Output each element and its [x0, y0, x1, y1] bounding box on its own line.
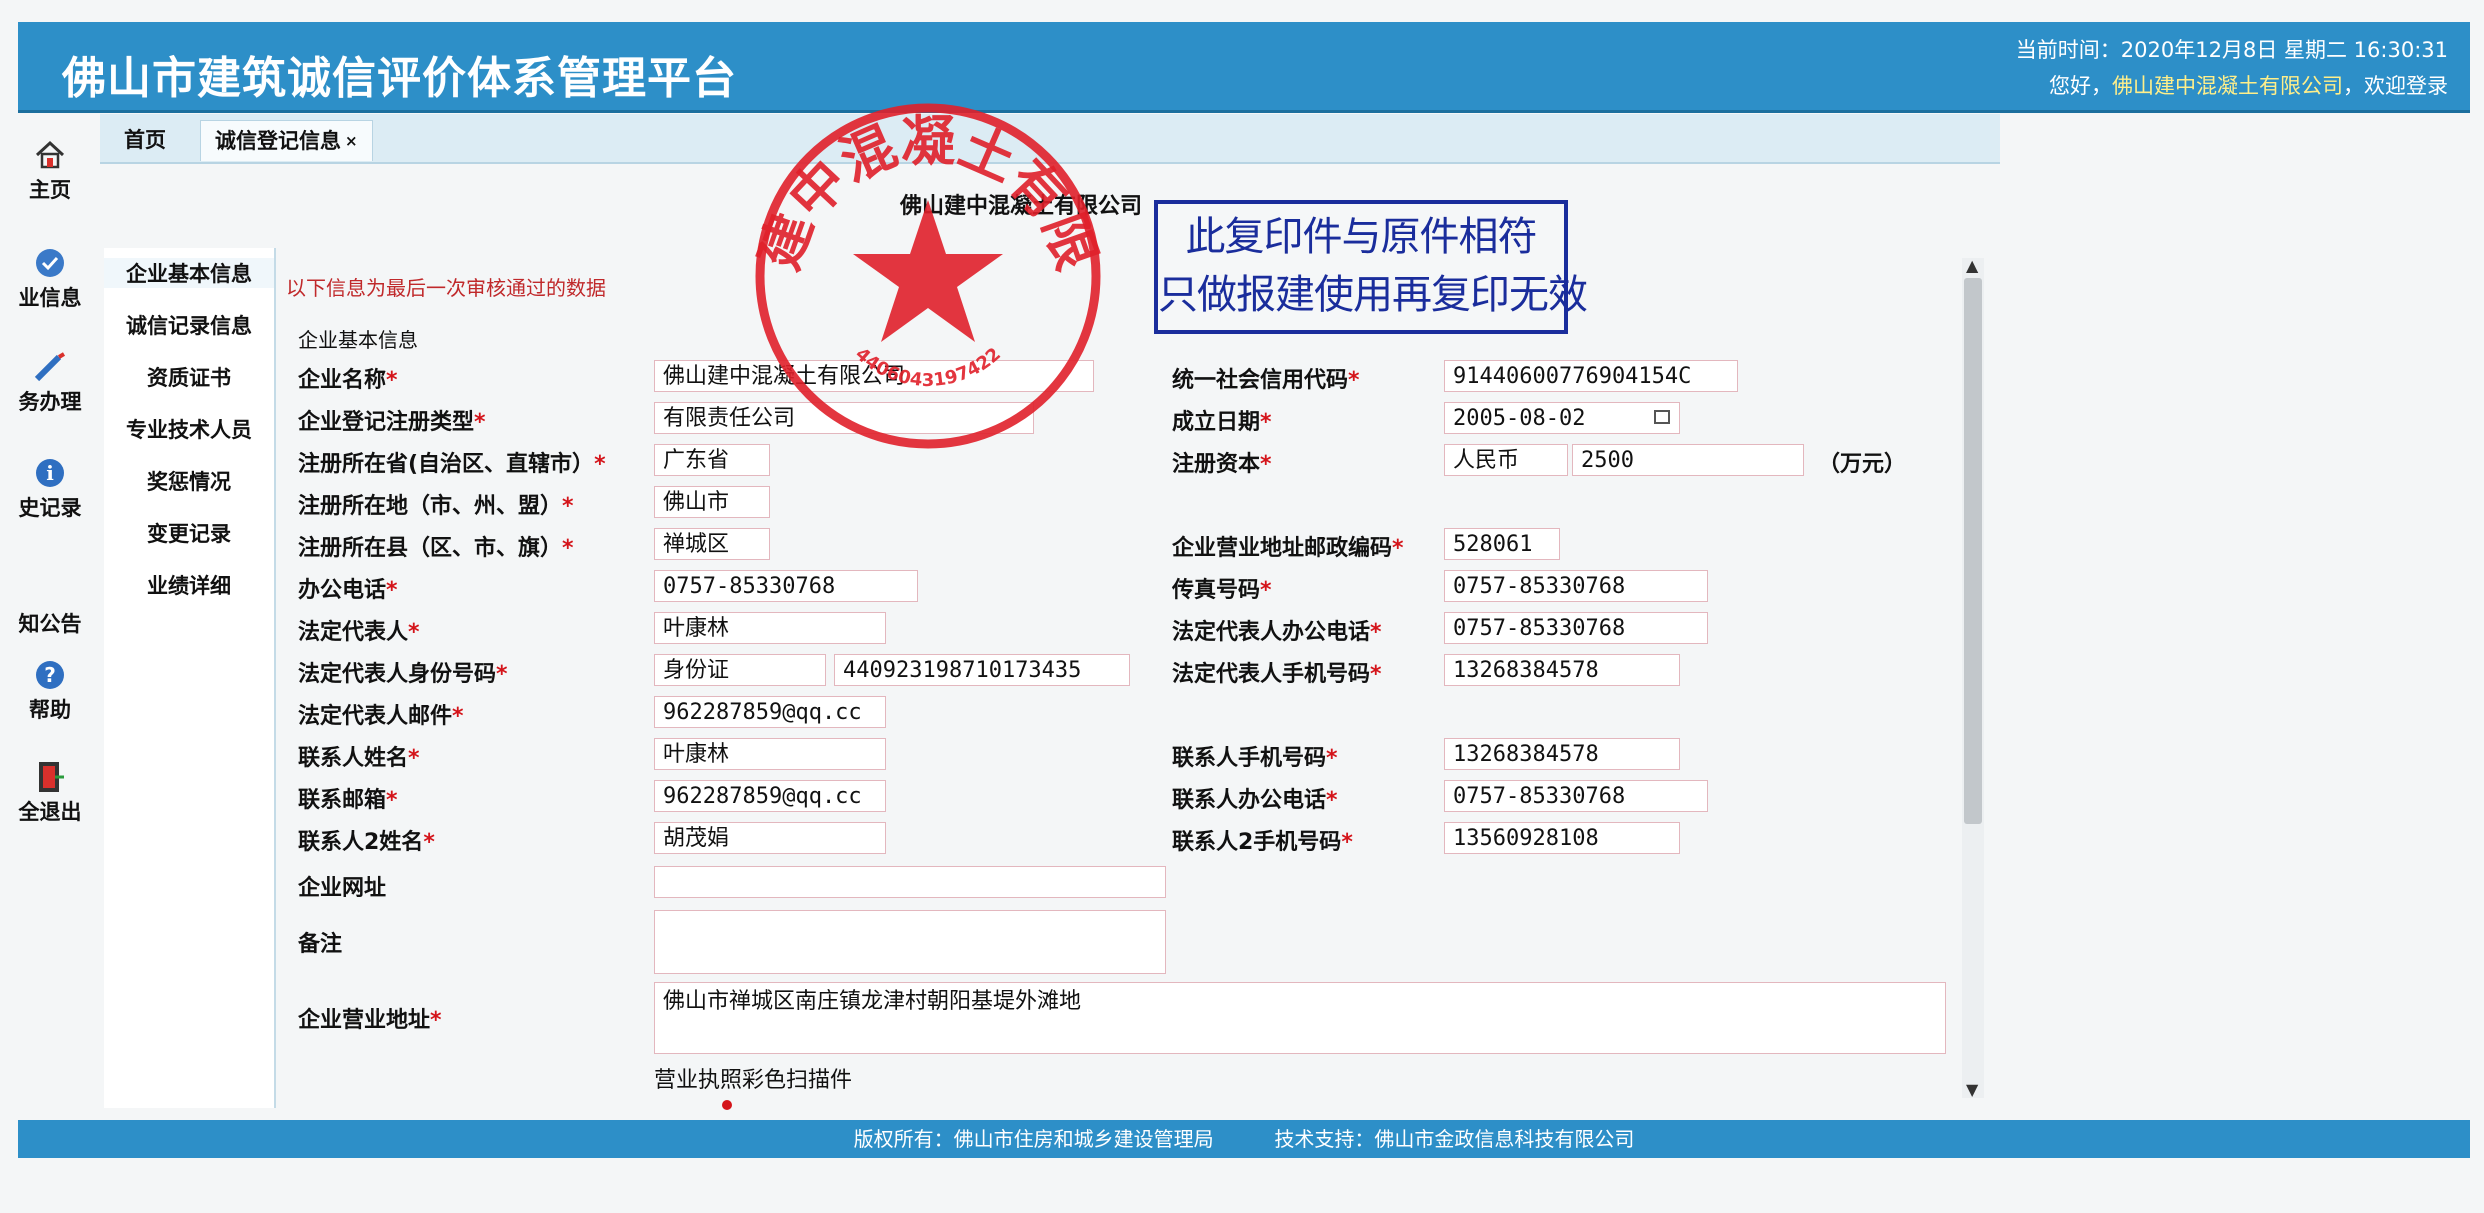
- app-header: 佛山市建筑诚信评价体系管理平台 当前时间：2020年12月8日 星期二 16:3…: [18, 22, 2470, 113]
- app-title: 佛山市建筑诚信评价体系管理平台: [62, 53, 737, 104]
- capital-currency-select[interactable]: 人民币: [1444, 444, 1568, 476]
- contact-email-field[interactable]: 962287859@qq.cc: [654, 780, 886, 812]
- tab-credit-registration[interactable]: 诚信登记信息 ×: [200, 120, 373, 161]
- found-date-field[interactable]: 2005-08-02: [1444, 402, 1680, 434]
- legal-email-label: 法定代表人邮件*: [298, 704, 464, 729]
- legal-id-field[interactable]: 440923198710173435: [834, 654, 1130, 686]
- menu-rewards-penalties[interactable]: 奖惩情况: [104, 466, 274, 496]
- legal-office-phone-field[interactable]: 0757-85330768: [1444, 612, 1708, 644]
- scroll-up-icon[interactable]: ▲: [1966, 256, 1978, 275]
- fax-label: 传真号码*: [1172, 578, 1272, 603]
- menu-technical-staff[interactable]: 专业技术人员: [104, 414, 274, 444]
- capital-unit: （万元）: [1818, 452, 1907, 477]
- nav-help[interactable]: ? 帮助: [0, 658, 100, 724]
- office-phone-label: 办公电话*: [298, 578, 398, 603]
- tab-close-icon[interactable]: ×: [345, 132, 358, 150]
- nav-home[interactable]: 主页: [0, 138, 100, 204]
- address-textarea[interactable]: 佛山市禅城区南庄镇龙津村朝阳基堤外滩地: [654, 982, 1946, 1054]
- county-select[interactable]: 禅城区: [654, 528, 770, 560]
- legal-mobile-label: 法定代表人手机号码*: [1172, 662, 1382, 687]
- city-label: 注册所在地（市、州、盟）*: [298, 494, 574, 519]
- svg-text:?: ?: [44, 663, 56, 687]
- reg-type-label: 企业登记注册类型*: [298, 410, 486, 435]
- tab-home[interactable]: 首页: [110, 120, 180, 160]
- menu-change-records[interactable]: 变更记录: [104, 518, 274, 548]
- contact2-mobile-label: 联系人2手机号码*: [1172, 830, 1353, 855]
- contact-mobile-label: 联系人手机号码*: [1172, 746, 1338, 771]
- menu-basic-info[interactable]: 企业基本信息: [104, 258, 274, 288]
- found-date-label: 成立日期*: [1172, 410, 1272, 435]
- website-field[interactable]: [654, 866, 1166, 898]
- left-nav: 主页 业信息 务办理 i 史记录 知公告 ? 帮助 全退出: [0, 110, 100, 1110]
- company-name-label: 企业名称*: [298, 368, 398, 393]
- contact-mobile-field[interactable]: 13268384578: [1444, 738, 1680, 770]
- contact2-name-field[interactable]: 胡茂娟: [654, 822, 886, 854]
- scrollbar-thumb[interactable]: [1964, 278, 1982, 824]
- logout-icon: [33, 760, 67, 794]
- legal-id-type-select[interactable]: 身份证: [654, 654, 826, 686]
- nav-notice[interactable]: 知公告: [0, 572, 100, 638]
- section-title: 企业基本信息: [298, 328, 418, 352]
- capital-amount-field[interactable]: 2500: [1572, 444, 1804, 476]
- contact-name-label: 联系人姓名*: [298, 746, 420, 771]
- copy-certification-stamp: 此复印件与原件相符 只做报建使用再复印无效: [1154, 200, 1588, 334]
- postcode-field[interactable]: 528061: [1444, 528, 1560, 560]
- credit-code-field[interactable]: 91440600776904154C: [1444, 360, 1738, 392]
- business-icon: [33, 350, 67, 384]
- legal-id-label: 法定代表人身份号码*: [298, 662, 508, 687]
- nav-logout[interactable]: 全退出: [0, 760, 100, 826]
- nav-company-info[interactable]: 业信息: [0, 246, 100, 312]
- fax-field[interactable]: 0757-85330768: [1444, 570, 1708, 602]
- app-footer: 版权所有：佛山市住房和城乡建设管理局 技术支持：佛山市金政信息科技有限公司: [18, 1120, 2470, 1158]
- office-phone-field[interactable]: 0757-85330768: [654, 570, 918, 602]
- license-scan-label: 营业执照彩色扫描件: [654, 1068, 853, 1093]
- notice-icon: [33, 572, 67, 606]
- svg-text:i: i: [46, 461, 54, 485]
- current-time: 当前时间：2020年12月8日 星期二 16:30:31: [2015, 38, 2448, 62]
- svg-text:4406043197422: 4406043197422: [851, 344, 1005, 391]
- contact2-name-label: 联系人2姓名*: [298, 830, 435, 855]
- county-label: 注册所在县（区、市、旗）*: [298, 536, 574, 561]
- audit-notice: 以下信息为最后一次审核通过的数据: [286, 276, 606, 300]
- nav-business[interactable]: 务办理: [0, 350, 100, 416]
- menu-performance-details[interactable]: 业绩详细: [104, 570, 274, 600]
- postcode-label: 企业营业地址邮政编码*: [1172, 536, 1404, 561]
- city-select[interactable]: 佛山市: [654, 486, 770, 518]
- legal-office-phone-label: 法定代表人办公电话*: [1172, 620, 1382, 645]
- remark-textarea[interactable]: [654, 910, 1166, 974]
- province-label: 注册所在省(自治区、直辖市）*: [298, 452, 606, 477]
- legal-email-field[interactable]: 962287859@qq.cc: [654, 696, 886, 728]
- address-label: 企业营业地址*: [298, 1008, 442, 1033]
- home-icon: [33, 138, 67, 172]
- scroll-down-icon[interactable]: ▼: [1966, 1080, 1978, 1099]
- legal-rep-field[interactable]: 叶康林: [654, 612, 886, 644]
- contact-email-label: 联系邮箱*: [298, 788, 398, 813]
- contact-office-phone-field[interactable]: 0757-85330768: [1444, 780, 1708, 812]
- calendar-icon[interactable]: [1654, 410, 1670, 424]
- side-menu: 企业基本信息 诚信记录信息 资质证书 专业技术人员 奖惩情况 变更记录 业绩详细: [104, 248, 276, 1108]
- contact2-mobile-field[interactable]: 13560928108: [1444, 822, 1680, 854]
- menu-credit-records[interactable]: 诚信记录信息: [104, 310, 274, 340]
- nav-history[interactable]: i 史记录: [0, 456, 100, 522]
- required-dot-icon: [722, 1100, 732, 1110]
- footer-copyright: 版权所有：佛山市住房和城乡建设管理局: [853, 1127, 1214, 1151]
- company-seal: 佛山建中混凝土有限公司 4406043197422: [748, 96, 1108, 449]
- contact-name-field[interactable]: 叶康林: [654, 738, 886, 770]
- footer-support: 技术支持：佛山市金政信息科技有限公司: [1274, 1127, 1635, 1151]
- remark-label: 备注: [298, 932, 343, 957]
- company-info-icon: [33, 246, 67, 280]
- capital-label: 注册资本*: [1172, 452, 1272, 477]
- menu-qualification-cert[interactable]: 资质证书: [104, 362, 274, 392]
- contact-office-phone-label: 联系人办公电话*: [1172, 788, 1338, 813]
- user-company: 佛山建中混凝土有限公司: [2112, 74, 2343, 98]
- history-icon: i: [33, 456, 67, 490]
- welcome-message: 您好，佛山建中混凝土有限公司，欢迎登录: [2049, 74, 2448, 98]
- credit-code-label: 统一社会信用代码*: [1172, 368, 1360, 393]
- website-label: 企业网址: [298, 876, 387, 901]
- legal-rep-label: 法定代表人*: [298, 620, 420, 645]
- legal-mobile-field[interactable]: 13268384578: [1444, 654, 1680, 686]
- help-icon: ?: [33, 658, 67, 692]
